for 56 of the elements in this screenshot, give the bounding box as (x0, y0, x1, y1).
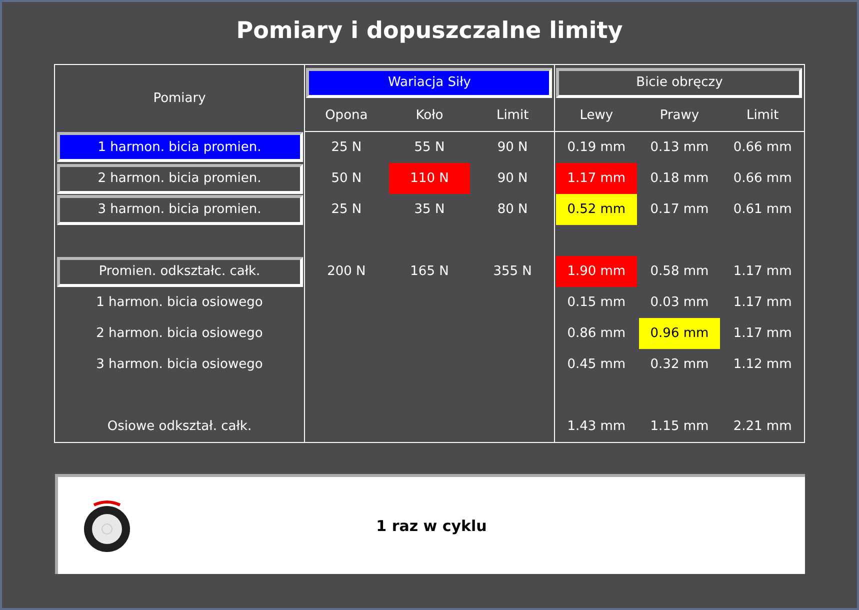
table-cell-text: 35 N (413, 201, 446, 219)
table-cell: 1.90 mm (556, 256, 637, 287)
table-cell-text: 0.45 mm (566, 356, 627, 374)
table-cell-text: 1.43 mm (566, 418, 627, 436)
measurement-button[interactable]: Promien. odkształc. całk. (56, 256, 302, 286)
table-cell-text: 1.12 mm (732, 356, 793, 374)
table-cell-text: 200 N (326, 263, 367, 281)
measurement-button[interactable]: 1 harmon. bicia promien. (56, 132, 302, 162)
table-cell: 0.52 mm (556, 194, 637, 225)
table-cell: 110 N (388, 163, 470, 194)
table-cell-text: 25 N (330, 139, 363, 157)
table-cell: 1.17 mm (556, 163, 637, 194)
table-cell-text: 0.18 mm (649, 170, 710, 188)
measurement-button[interactable]: 2 harmon. bicia promien. (56, 164, 302, 194)
table-cell-text: 0.66 mm (732, 170, 793, 188)
table-cell-text: 55 N (413, 139, 446, 157)
table-cell-text: 1.15 mm (649, 418, 710, 436)
column-header: Opona (325, 108, 368, 123)
measurement-label: 2 harmon. bicia osiowego (96, 326, 263, 341)
column-header: Limit (496, 108, 529, 123)
column-header: Prawy (660, 108, 700, 123)
measurement-label: 3 harmon. bicia osiowego (96, 357, 263, 372)
table-cell-text: 50 N (330, 170, 363, 188)
table-cell-text: 0.13 mm (649, 139, 710, 157)
table-cell: 0.96 mm (638, 318, 720, 349)
table-cell-text: 90 N (496, 139, 529, 157)
measurement-label: 1 harmon. bicia osiowego (96, 295, 263, 310)
table-cell-text: 0.15 mm (566, 294, 627, 312)
table-cell-text: 0.66 mm (732, 139, 793, 157)
table-cell-text: 90 N (496, 170, 529, 188)
measurement-button[interactable]: 3 harmon. bicia promien. (56, 194, 302, 224)
column-header: Lewy (580, 108, 614, 123)
group-tab[interactable]: Bicie obręczy (556, 68, 802, 98)
table-cell-text: 355 N (492, 263, 533, 281)
measurement-label: Osiowe odkształ. całk. (107, 419, 252, 434)
table-cell-text: 0.32 mm (649, 356, 710, 374)
table-cell-text: 0.86 mm (566, 325, 627, 343)
table-cell-text: 80 N (496, 201, 529, 219)
table-cell-text: 1.17 mm (732, 263, 793, 281)
table-cell-text: 1.17 mm (732, 294, 793, 312)
group-tab[interactable]: Wariacja Siły (306, 68, 552, 98)
page-title: Pomiary i dopuszczalne limity (235, 17, 624, 46)
table-cell-text: 0.03 mm (649, 294, 710, 312)
table-cell-text: 25 N (330, 201, 363, 219)
table-cell-text: 2.21 mm (732, 418, 793, 436)
table-cell-text: 0.61 mm (732, 201, 793, 219)
table-cell-text: 0.58 mm (649, 263, 710, 281)
column-header: Pomiary (153, 90, 206, 106)
table-cell-text: 0.19 mm (566, 139, 627, 157)
table-cell-text: 165 N (409, 263, 450, 281)
wheel-icon (82, 498, 132, 552)
table-cell-text: 0.17 mm (649, 201, 710, 219)
status-message: 1 raz w cyklu (375, 516, 488, 534)
column-header: Limit (746, 108, 779, 123)
table-cell-text: 1.17 mm (732, 325, 793, 343)
column-header: Koło (416, 108, 444, 123)
